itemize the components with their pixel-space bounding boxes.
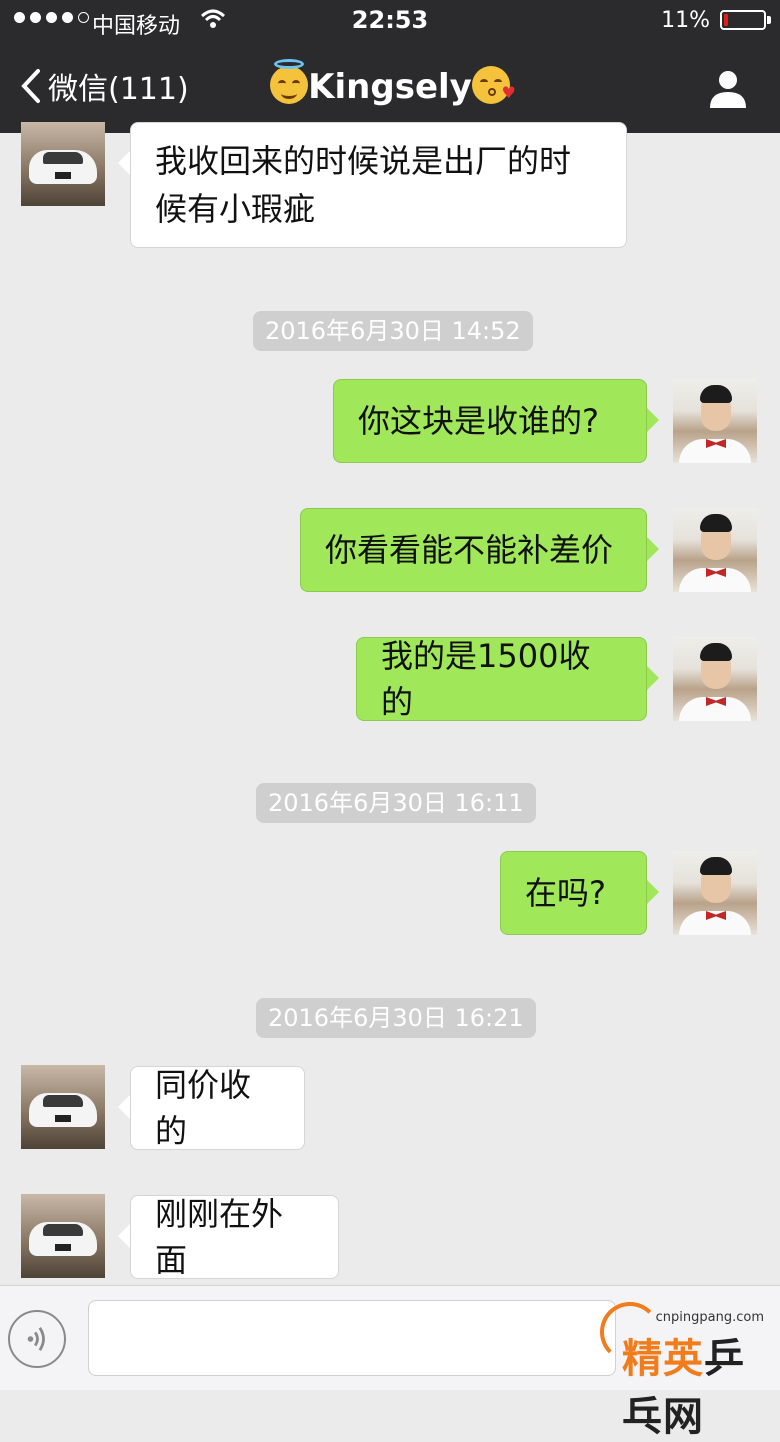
chat-title: Kingsely ♥ [0,59,780,107]
timestamp-label: 2016年6月30日 16:21 [256,998,536,1038]
message-bubble-incoming[interactable]: 同价收的 [118,1066,305,1150]
contact-avatar[interactable] [21,122,105,206]
message-bubble-outgoing[interactable]: 你这块是收谁的? [333,379,659,463]
battery-cap [767,16,771,24]
message-text: 刚刚在外面 [155,1195,284,1279]
halo-emoji-icon [270,59,309,104]
header: 中国移动 22:53 11% 微信(111) Kingsely ♥ [0,0,780,133]
voice-input-button[interactable] [8,1310,66,1368]
timestamp-label: 2016年6月30日 14:52 [253,311,533,351]
watermark-url: cnpingpang.com [655,1310,764,1325]
message-text: 在吗? [525,874,606,912]
status-bar: 中国移动 22:53 11% [0,0,780,44]
message-bubble-outgoing[interactable]: 我的是1500收的 [356,637,659,721]
message-bubble-incoming[interactable]: 我收回来的时候说是出厂的时 候有小瑕疵 [118,122,627,248]
message-bubble-outgoing[interactable]: 你看看能不能补差价 [300,508,659,592]
person-icon[interactable] [706,66,750,110]
my-avatar[interactable] [673,508,757,592]
message-text: 我的是1500收的 [381,637,591,721]
battery-percent: 11% [661,8,710,33]
message-bubble-outgoing[interactable]: 在吗? [500,851,659,935]
message-text: 我收回来的时候说是出厂的时 [155,142,572,180]
message-text: 候有小瑕疵 [155,190,316,228]
my-avatar[interactable] [673,637,757,721]
navigation-bar: 微信(111) Kingsely ♥ [0,44,780,133]
my-avatar[interactable] [673,379,757,463]
message-input[interactable] [88,1300,616,1376]
message-text: 你看看能不能补差价 [325,531,614,569]
contact-avatar[interactable] [21,1194,105,1278]
message-text: 你这块是收谁的? [358,402,599,440]
watermark-logo: cnpingpang.com 精英乒乓网 [600,1300,778,1440]
message-text: 同价收的 [155,1066,252,1150]
battery-icon [720,10,766,30]
watermark-text: 精英乒乓网 [622,1336,745,1440]
kiss-emoji-icon: ♥ [471,66,516,104]
voice-icon [27,1327,45,1351]
my-avatar[interactable] [673,851,757,935]
timestamp-label: 2016年6月30日 16:11 [256,783,536,823]
contact-name: Kingsely [308,67,472,107]
message-bubble-incoming[interactable]: 刚刚在外面 [118,1195,339,1279]
contact-avatar[interactable] [21,1065,105,1149]
